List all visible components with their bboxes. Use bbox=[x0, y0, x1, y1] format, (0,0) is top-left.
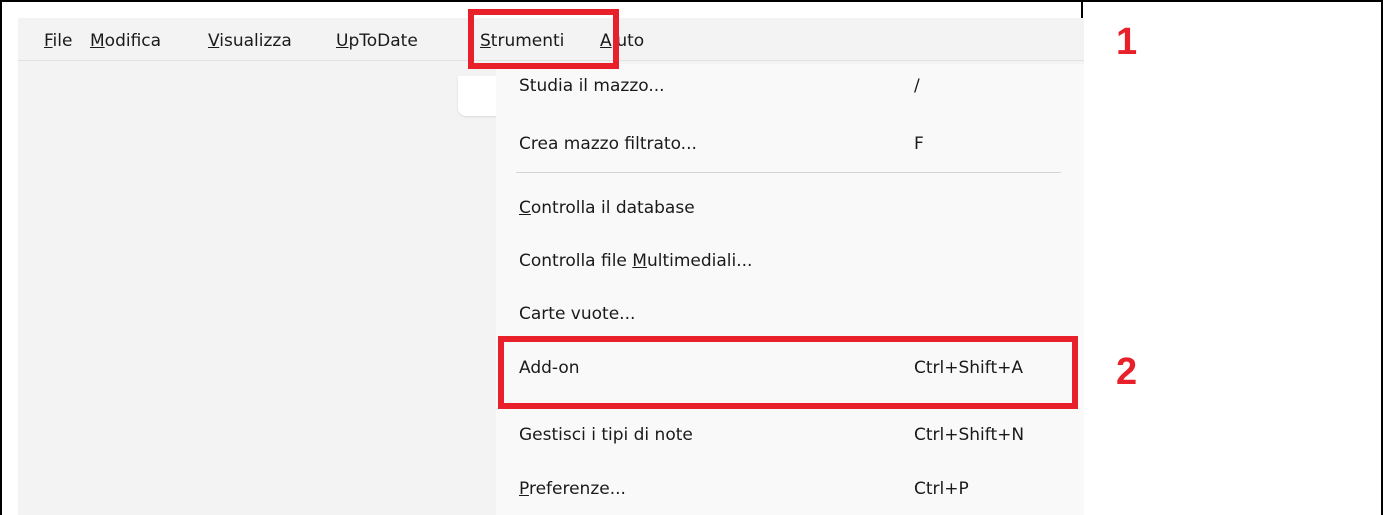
menu-uptodate[interactable]: UpToDate bbox=[336, 30, 418, 52]
highlight-box-add-on bbox=[498, 336, 1078, 409]
menu-file[interactable]: File bbox=[44, 30, 72, 52]
menu-item-controlla-file-multimediali[interactable]: Controlla file Multimediali... bbox=[496, 239, 1076, 283]
menu-item-shortcut: Ctrl+Shift+N bbox=[914, 425, 1025, 445]
menu-item-shortcut: F bbox=[914, 134, 924, 154]
app-window: File Modifica Visualizza UpToDate Strume… bbox=[18, 18, 1084, 515]
menu-item-label: Studia il mazzo... bbox=[519, 76, 665, 96]
highlight-box-strumenti bbox=[468, 9, 619, 69]
menu-item-label: Crea mazzo filtrato... bbox=[519, 134, 697, 154]
menu-item-studia-il-mazzo[interactable]: Studia il mazzo... / bbox=[496, 64, 1076, 108]
strumenti-dropdown-menu: Studia il mazzo... / Crea mazzo filtrato… bbox=[496, 64, 1084, 515]
menu-item-gestisci-tipi-di-note[interactable]: Gestisci i tipi di note Ctrl+Shift+N bbox=[496, 413, 1076, 457]
menu-item-label: Gestisci i tipi di note bbox=[519, 425, 693, 445]
step-number-2: 2 bbox=[1116, 351, 1138, 393]
menu-visualizza[interactable]: Visualizza bbox=[208, 30, 292, 52]
menu-item-carte-vuote[interactable]: Carte vuote... bbox=[496, 292, 1076, 336]
menu-item-preferenze[interactable]: Preferenze... Ctrl+P bbox=[496, 467, 1076, 511]
menu-item-controlla-il-database[interactable]: Controlla il database bbox=[496, 186, 1076, 230]
step-number-1: 1 bbox=[1116, 21, 1138, 63]
menu-item-label: Carte vuote... bbox=[519, 304, 636, 324]
menu-item-shortcut: Ctrl+P bbox=[914, 479, 969, 499]
menu-item-crea-mazzo-filtrato[interactable]: Crea mazzo filtrato... F bbox=[496, 122, 1076, 166]
menu-modifica[interactable]: Modifica bbox=[90, 30, 161, 52]
menu-item-label: Controlla il database bbox=[519, 198, 695, 218]
menu-item-label: Controlla file Multimediali... bbox=[519, 251, 753, 271]
menu-item-label: Preferenze... bbox=[519, 479, 626, 499]
menu-item-shortcut: / bbox=[914, 76, 920, 96]
menu-separator bbox=[516, 172, 1061, 173]
